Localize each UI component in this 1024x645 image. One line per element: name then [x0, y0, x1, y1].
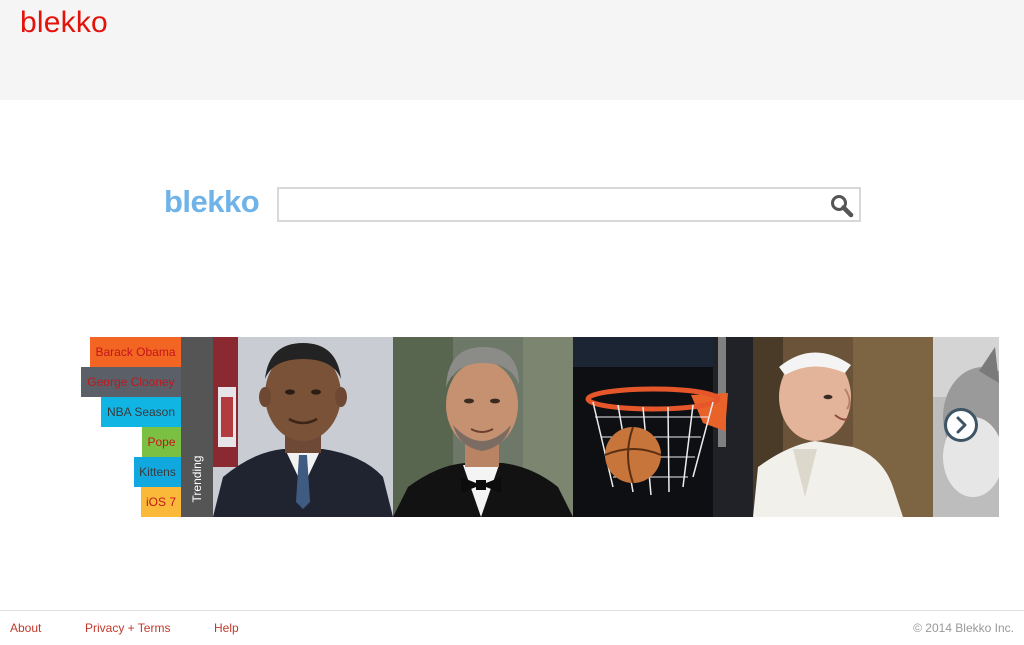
- trending-tile-george-clooney[interactable]: [393, 337, 573, 517]
- footer-help-link[interactable]: Help: [214, 621, 239, 635]
- chevron-right-icon: [956, 416, 967, 434]
- search-input[interactable]: [281, 191, 825, 220]
- trending-item-george-clooney[interactable]: George Clooney: [81, 367, 181, 397]
- top-bar: blekko: [0, 0, 1024, 100]
- trending-item-pope[interactable]: Pope: [142, 427, 181, 457]
- search-icon: [831, 195, 854, 218]
- trending-tile-pope[interactable]: [753, 337, 933, 517]
- trending-label: Trending: [190, 455, 204, 503]
- footer-privacy-link[interactable]: Privacy + Terms: [85, 621, 170, 635]
- next-arrow-button[interactable]: [944, 408, 978, 442]
- trending-item-label: George Clooney: [87, 375, 175, 389]
- search-logo[interactable]: blekko: [164, 184, 260, 220]
- search-button[interactable]: [829, 193, 855, 219]
- clooney-photo: [393, 337, 573, 517]
- trending-item-kittens[interactable]: Kittens: [134, 457, 181, 487]
- pope-photo: [753, 337, 933, 517]
- search-box: [277, 187, 861, 222]
- trending-item-label: Barack Obama: [95, 345, 176, 359]
- trending-item-ios-7[interactable]: iOS 7: [141, 487, 181, 517]
- footer-about-link[interactable]: About: [10, 621, 41, 635]
- trending-item-barack-obama[interactable]: Barack Obama: [90, 337, 181, 367]
- trending-list: Barack Obama George Clooney NBA Season P…: [0, 337, 181, 517]
- trending-tile-nba-season[interactable]: [573, 337, 753, 517]
- trending-item-label: NBA Season: [106, 405, 176, 419]
- trending-item-nba-season[interactable]: NBA Season: [101, 397, 181, 427]
- footer: About Privacy + Terms Help © 2014 Blekko…: [0, 610, 1024, 645]
- trending-tab: Trending: [181, 337, 213, 517]
- basketball-photo: [573, 337, 753, 517]
- trending-item-label: Kittens: [139, 465, 176, 479]
- obama-photo: [213, 337, 393, 517]
- trending-tile-barack-obama[interactable]: [213, 337, 393, 517]
- trending-item-label: iOS 7: [146, 495, 177, 509]
- trending-item-label: Pope: [147, 435, 176, 449]
- copyright-text: © 2014 Blekko Inc.: [913, 621, 1014, 635]
- header-logo[interactable]: blekko: [20, 6, 108, 40]
